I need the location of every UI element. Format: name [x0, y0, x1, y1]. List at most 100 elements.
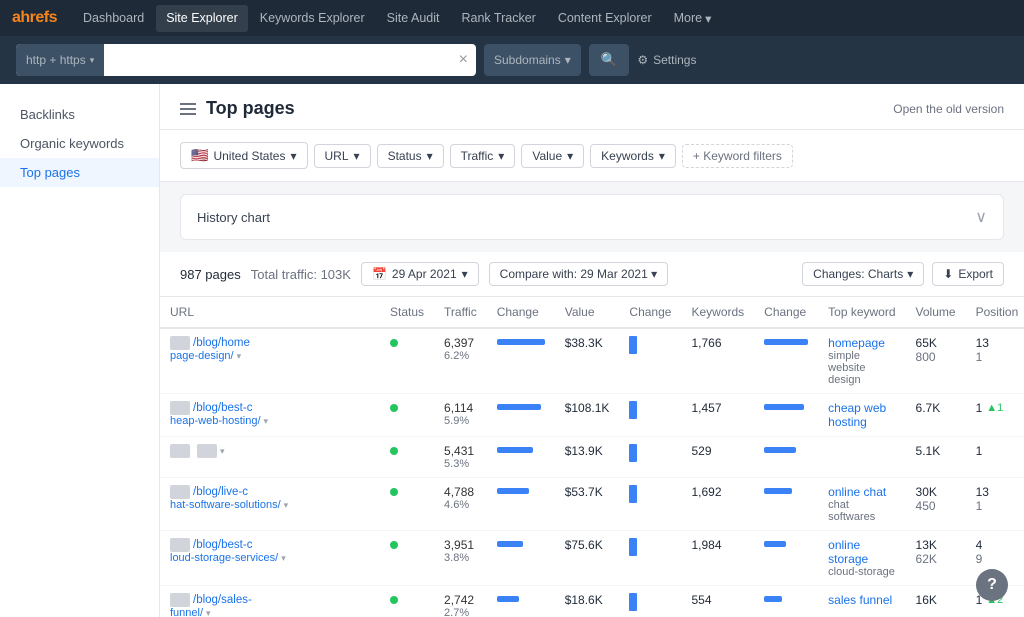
- status-cell: [380, 586, 434, 617]
- traffic-cell: 4,788 4.6%: [434, 478, 487, 531]
- traffic-pct: 5.3%: [444, 458, 477, 470]
- volume-value: 65K: [916, 336, 956, 350]
- url-sub-link[interactable]: heap-web-hosting/ ▾: [170, 415, 370, 427]
- search-bar: http + https ▾ × Subdomains ▾ 🔍 ⚙ Settin…: [0, 36, 1024, 84]
- nav-site-audit[interactable]: Site Audit: [377, 5, 450, 32]
- traffic-change-cell: [487, 531, 555, 586]
- search-button[interactable]: 🔍: [589, 44, 630, 76]
- top-keyword-sub: chat softwares: [828, 499, 895, 523]
- keywords-change-cell: [754, 328, 818, 394]
- value-text: $108.1K: [565, 401, 610, 415]
- nav-rank-tracker[interactable]: Rank Tracker: [451, 5, 545, 32]
- position-value: 1: [976, 444, 983, 458]
- keywords-filter[interactable]: Keywords ▾: [590, 144, 676, 168]
- changes-button[interactable]: Changes: Charts ▾: [802, 262, 924, 286]
- main-content: Top pages Open the old version 🇺🇸 United…: [160, 84, 1024, 617]
- top-keyword-sub: simple website design: [828, 350, 895, 386]
- url-main-link[interactable]: /blog/sales-: [170, 593, 370, 607]
- nav-keywords-explorer[interactable]: Keywords Explorer: [250, 5, 375, 32]
- protocol-selector[interactable]: http + https ▾: [16, 44, 104, 76]
- chevron-down-icon: ▾: [498, 149, 504, 163]
- keywords-cell: 1,692: [681, 478, 754, 531]
- url-main-link[interactable]: /blog/home: [170, 336, 370, 350]
- url-main-link[interactable]: /blog/best-c: [170, 401, 370, 415]
- keyword-filters-button[interactable]: + Keyword filters: [682, 144, 793, 168]
- settings-button[interactable]: ⚙ Settings: [637, 53, 696, 67]
- nav-dashboard[interactable]: Dashboard: [73, 5, 154, 32]
- volume-value: 6.7K: [916, 401, 956, 415]
- old-version-link[interactable]: Open the old version: [893, 102, 1004, 116]
- keywords-cell: 529: [681, 437, 754, 478]
- position-change: ▲1: [986, 402, 1003, 414]
- sidebar-item-backlinks[interactable]: Backlinks: [0, 100, 159, 129]
- top-keyword-link[interactable]: cheap web hosting: [828, 401, 895, 429]
- sidebar-item-organic-keywords[interactable]: Organic keywords: [0, 129, 159, 158]
- url-sub-link[interactable]: hat-software-solutions/ ▾: [170, 499, 370, 511]
- position-sub: 1: [976, 350, 1019, 364]
- history-chart-title: History chart: [197, 210, 270, 225]
- value-cell: $38.3K: [555, 328, 620, 394]
- col-url: URL: [160, 297, 380, 328]
- nav-site-explorer[interactable]: Site Explorer: [156, 5, 248, 32]
- col-traffic: Traffic: [434, 297, 487, 328]
- volume-sub: 62K: [916, 552, 956, 566]
- url-main-link[interactable]: /blog/best-c: [170, 538, 370, 552]
- top-keyword-link[interactable]: sales funnel: [828, 593, 895, 607]
- collapse-icon: ∨: [975, 207, 987, 227]
- top-keyword-link[interactable]: homepage: [828, 336, 895, 350]
- keywords-change-cell: [754, 531, 818, 586]
- clear-icon[interactable]: ×: [451, 51, 476, 69]
- url-thumbnail: [170, 401, 190, 415]
- date-picker[interactable]: 📅 29 Apr 2021 ▾: [361, 262, 479, 286]
- subdomains-button[interactable]: Subdomains ▾: [484, 44, 581, 76]
- traffic-change-cell: [487, 478, 555, 531]
- url-main-link[interactable]: ▾: [170, 444, 370, 458]
- traffic-pct: 3.8%: [444, 552, 477, 564]
- traffic-filter[interactable]: Traffic ▾: [450, 144, 516, 168]
- export-button[interactable]: ⬇ Export: [932, 262, 1004, 286]
- nav-links: Dashboard Site Explorer Keywords Explore…: [73, 5, 721, 32]
- url-filter[interactable]: URL ▾: [314, 144, 371, 168]
- chevron-down-icon: ▾: [90, 55, 95, 66]
- keywords-change-bar: [764, 404, 804, 410]
- traffic-pct: 6.2%: [444, 350, 477, 362]
- volume-sub: 800: [916, 350, 956, 364]
- data-table: URL Status Traffic Change Value Change K…: [160, 297, 1024, 617]
- volume-cell: 65K800: [906, 328, 966, 394]
- value-change-bar: [629, 336, 637, 354]
- help-button[interactable]: ?: [976, 569, 1008, 601]
- history-chart-toggle[interactable]: History chart ∨: [181, 195, 1003, 239]
- compare-button[interactable]: Compare with: 29 Mar 2021 ▾: [489, 262, 668, 286]
- url-sub-link[interactable]: loud-storage-services/ ▾: [170, 552, 370, 564]
- top-keyword-link[interactable]: online storage: [828, 538, 895, 566]
- keywords-count: 1,692: [691, 485, 721, 499]
- country-filter[interactable]: 🇺🇸 United States ▾: [180, 142, 308, 169]
- hamburger-icon[interactable]: [180, 103, 196, 115]
- url-sub-link[interactable]: funnel/ ▾: [170, 607, 370, 617]
- keywords-change-bar: [764, 541, 786, 547]
- chevron-down-icon: ▾: [284, 500, 289, 511]
- sidebar-item-top-pages[interactable]: Top pages: [0, 158, 159, 187]
- value-text: $75.6K: [565, 538, 603, 552]
- value-filter[interactable]: Value ▾: [521, 144, 584, 168]
- traffic-change-bar: [497, 447, 533, 453]
- value-text: $13.9K: [565, 444, 603, 458]
- sidebar: Backlinks Organic keywords Top pages: [0, 84, 160, 617]
- url-thumbnail: [170, 485, 190, 499]
- url-sub-link[interactable]: page-design/ ▾: [170, 350, 370, 362]
- volume-cell: 13K62K: [906, 531, 966, 586]
- search-input-wrap: http + https ▾ ×: [16, 44, 476, 76]
- url-input[interactable]: [104, 44, 450, 76]
- value-cell: $108.1K: [555, 394, 620, 437]
- gear-icon: ⚙: [637, 53, 648, 67]
- traffic-pct: 2.7%: [444, 607, 477, 617]
- calendar-icon: 📅: [372, 267, 387, 281]
- nav-content-explorer[interactable]: Content Explorer: [548, 5, 662, 32]
- status-cell: [380, 394, 434, 437]
- value-change-bar: [629, 444, 637, 462]
- top-keyword-link[interactable]: online chat: [828, 485, 895, 499]
- col-keywords-change: Change: [754, 297, 818, 328]
- url-main-link[interactable]: /blog/live-c: [170, 485, 370, 499]
- nav-more[interactable]: More ▾: [664, 5, 722, 32]
- status-filter[interactable]: Status ▾: [377, 144, 444, 168]
